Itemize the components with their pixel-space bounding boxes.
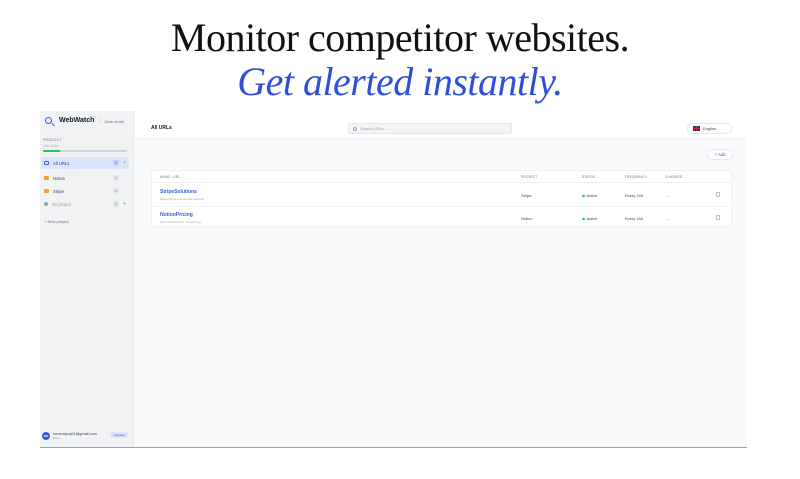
sidebar-item-label: Stripe <box>53 188 64 194</box>
user-menu[interactable]: RO romeroproj01@gmail.com Basic Upgrade <box>42 429 130 442</box>
hero-headline: Monitor competitor websites. <box>170 15 630 60</box>
changes-cell: — <box>665 216 669 221</box>
changes-cell: — <box>665 193 669 198</box>
avatar: RO <box>42 431 50 440</box>
trash-icon[interactable] <box>716 192 720 197</box>
usage-text: 2/10 URLs <box>43 144 59 148</box>
add-url-button[interactable]: + Add <box>707 149 733 160</box>
column-header: CHANGES <box>665 175 683 179</box>
user-email: romeroproj01@gmail.com <box>53 431 97 436</box>
folder-icon <box>44 189 49 193</box>
moon-icon: ☾ <box>98 118 103 124</box>
table-header: NAME / URL PROJECT STATUS FREQUENCY CHAN… <box>152 171 731 183</box>
brand-name: WebWatch <box>59 117 95 124</box>
page-title: All URLs <box>151 125 172 131</box>
usage-bar <box>43 150 127 152</box>
top-bar: All URLs Search URLs... English ⌄ <box>135 111 747 139</box>
url-name-link[interactable]: StripeSolutions <box>160 189 197 195</box>
project-cell: Notion <box>521 216 533 221</box>
user-plan: Basic <box>53 435 61 440</box>
user-info: romeroproj01@gmail.com Basic <box>53 432 97 440</box>
brand[interactable]: WebWatch <box>45 117 94 124</box>
search-logo-icon <box>45 117 52 124</box>
url-text: https://stripe.com/en-fr/enterprise <box>160 197 205 201</box>
sidebar-item-count: 1 <box>113 188 119 194</box>
sidebar-item-stripe[interactable]: Stripe 1 <box>41 185 129 197</box>
search-icon <box>353 126 357 131</box>
sidebar: WebWatch ☾ Dark mode PRODUCT 2/10 URLs A… <box>40 111 134 447</box>
sidebar-item-notion[interactable]: Notion 1 <box>41 172 129 184</box>
column-header: STATUS <box>582 175 596 179</box>
column-header: PROJECT <box>521 175 538 179</box>
grid-icon <box>44 161 49 165</box>
status-dot-icon <box>582 217 585 221</box>
language-label: English <box>703 126 717 131</box>
status-badge: Active <box>582 216 597 221</box>
app-window: WebWatch ☾ Dark mode PRODUCT 2/10 URLs A… <box>40 111 747 448</box>
column-header: FREQUENCY <box>625 175 647 179</box>
sidebar-item-count: 1 <box>113 175 119 181</box>
sidebar-item-label: Notion <box>53 175 66 181</box>
urls-table: NAME / URL PROJECT STATUS FREQUENCY CHAN… <box>151 170 732 227</box>
table-row[interactable]: NotionPricing https://www.notion.com/pri… <box>152 206 731 228</box>
sidebar-item-no-project[interactable]: No project 0 + <box>41 198 129 210</box>
status-text: Active <box>586 216 598 221</box>
sidebar-item-count: 2 <box>113 160 119 166</box>
search-placeholder: Search URLs... <box>360 126 388 131</box>
sidebar-item-all-urls[interactable]: All URLs 2 + <box>41 157 129 169</box>
uk-flag-icon <box>693 126 700 131</box>
frequency-cell: Every 24h <box>625 216 644 221</box>
search-input[interactable]: Search URLs... <box>348 123 512 134</box>
folder-icon <box>44 176 49 180</box>
sidebar-item-count: 0 <box>113 201 119 207</box>
url-name-link[interactable]: NotionPricing <box>160 212 193 218</box>
no-project-icon <box>44 202 48 206</box>
add-icon[interactable]: + <box>123 201 126 207</box>
add-icon[interactable]: + <box>123 160 126 166</box>
new-project-button[interactable]: + New project <box>44 219 69 224</box>
project-cell: Stripe <box>521 193 532 198</box>
status-dot-icon <box>582 194 585 198</box>
sidebar-item-label: No project <box>52 201 72 207</box>
column-header: NAME / URL <box>160 175 181 179</box>
url-text: https://www.notion.com/pricing <box>160 220 201 224</box>
status-text: Active <box>586 193 598 198</box>
dark-mode-label: Dark mode <box>104 118 125 124</box>
sidebar-item-label: All URLs <box>53 160 70 166</box>
table-row[interactable]: StripeSolutions https://stripe.com/en-fr… <box>152 184 731 206</box>
frequency-cell: Every 24h <box>625 193 644 198</box>
chevron-down-icon: ⌄ <box>721 126 725 131</box>
language-selector[interactable]: English ⌄ <box>687 123 732 134</box>
status-badge: Active <box>582 193 597 198</box>
hero-subheadline: Get alerted instantly. <box>237 59 563 104</box>
trash-icon[interactable] <box>716 215 720 220</box>
dark-mode-toggle[interactable]: ☾ Dark mode <box>98 118 124 124</box>
product-label: PRODUCT <box>43 138 62 142</box>
upgrade-badge[interactable]: Upgrade <box>110 432 128 438</box>
usage-bar-fill <box>43 150 60 152</box>
